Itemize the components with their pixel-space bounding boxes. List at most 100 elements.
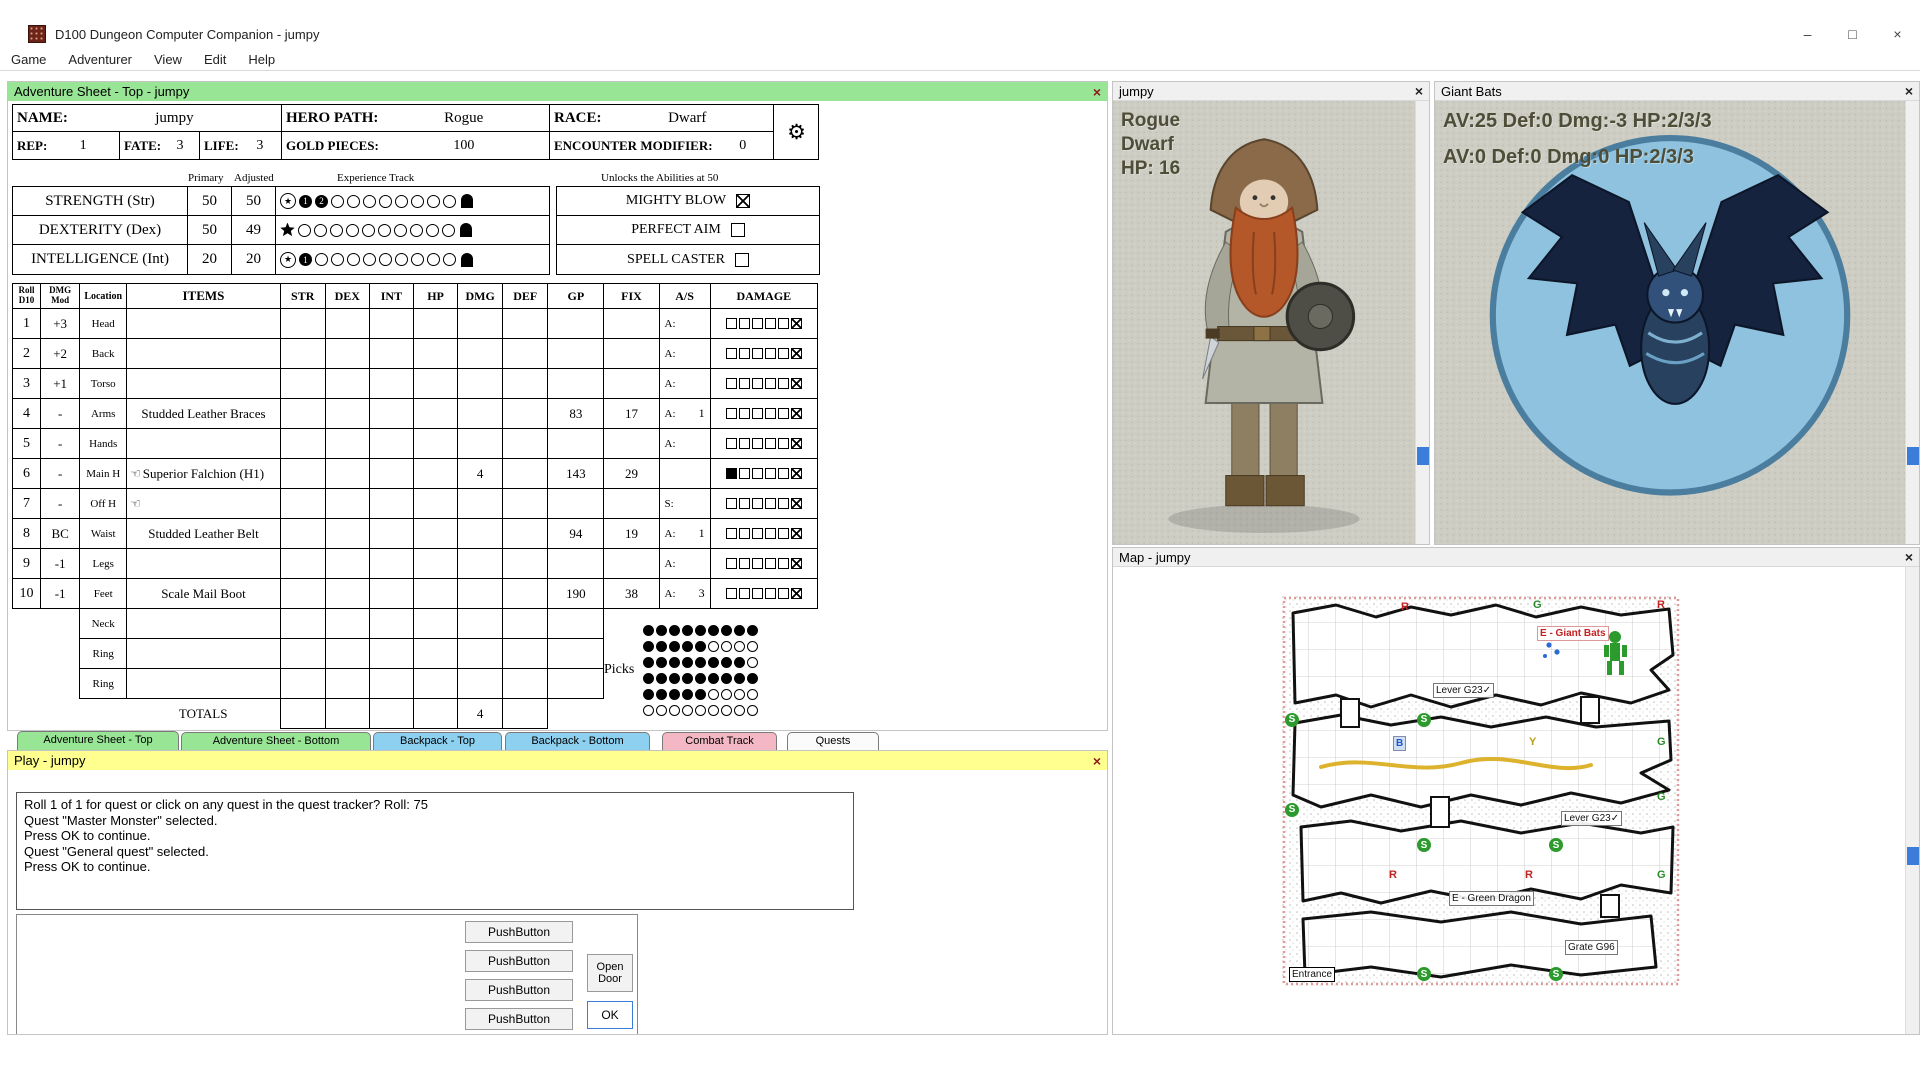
item-as-cell[interactable]: A: <box>659 339 710 369</box>
damage-box[interactable] <box>739 378 750 389</box>
character-scrollbar[interactable] <box>1415 101 1429 544</box>
pick-circle[interactable] <box>656 657 667 668</box>
item-as-cell[interactable]: A: <box>659 549 710 579</box>
experience-pip[interactable] <box>395 195 408 208</box>
ability-checkbox[interactable] <box>731 223 745 237</box>
damage-destroy-box[interactable] <box>791 588 802 599</box>
play-titlebar[interactable]: Play - jumpy × <box>8 751 1107 770</box>
damage-box[interactable] <box>778 408 789 419</box>
pick-circle[interactable] <box>734 657 745 668</box>
experience-pip[interactable] <box>347 195 360 208</box>
gold-cell[interactable]: GOLD PIECES: 100 <box>282 132 550 159</box>
damage-box[interactable] <box>765 468 776 479</box>
pick-circle[interactable] <box>747 705 758 716</box>
item-as-cell[interactable]: A: <box>659 369 710 399</box>
name-cell[interactable]: NAME: jumpy <box>13 105 282 132</box>
pick-circle[interactable] <box>708 641 719 652</box>
race-cell[interactable]: RACE: Dwarf <box>550 105 774 132</box>
pick-circle[interactable] <box>682 705 693 716</box>
close-icon[interactable]: × <box>1093 754 1101 768</box>
pick-circle[interactable] <box>695 673 706 684</box>
experience-pip[interactable] <box>330 224 343 237</box>
pick-circle[interactable] <box>643 641 654 652</box>
life-cell[interactable]: LIFE: 3 <box>200 132 282 159</box>
menu-item[interactable]: View <box>143 52 193 67</box>
pick-circle[interactable] <box>669 657 680 668</box>
damage-destroy-box[interactable] <box>791 438 802 449</box>
menu-item[interactable]: Adventurer <box>57 52 143 67</box>
pick-circle[interactable] <box>669 641 680 652</box>
damage-box[interactable] <box>778 318 789 329</box>
damage-box[interactable] <box>752 588 763 599</box>
pick-circle[interactable] <box>721 673 732 684</box>
pick-circle[interactable] <box>669 673 680 684</box>
pick-circle[interactable] <box>721 689 732 700</box>
pick-circle[interactable] <box>747 625 758 636</box>
item-name-cell[interactable] <box>127 339 280 369</box>
pick-circle[interactable] <box>747 689 758 700</box>
map-scrollbar[interactable] <box>1905 567 1919 1034</box>
sheet-tab[interactable]: Combat Track <box>662 732 777 750</box>
damage-box[interactable] <box>765 558 776 569</box>
item-name-cell[interactable]: Scale Mail Boot <box>127 579 280 609</box>
pick-circle[interactable] <box>708 673 719 684</box>
sheet-tab[interactable]: Quests <box>787 732 879 750</box>
encounter-modifier-cell[interactable]: ENCOUNTER MODIFIER: 0 <box>550 132 774 159</box>
rep-cell[interactable]: REP: 1 <box>13 132 120 159</box>
experience-pip[interactable] <box>347 253 360 266</box>
damage-box[interactable] <box>765 318 776 329</box>
item-name-cell[interactable] <box>127 669 280 699</box>
maximize-button[interactable]: □ <box>1830 20 1875 48</box>
sheet-tab[interactable]: Backpack - Top <box>373 732 502 750</box>
ability-checkbox[interactable] <box>736 194 750 208</box>
experience-pip[interactable] <box>363 195 376 208</box>
damage-box[interactable] <box>726 588 737 599</box>
pick-circle[interactable] <box>656 625 667 636</box>
experience-pip[interactable]: 2 <box>315 195 328 208</box>
damage-box[interactable] <box>765 378 776 389</box>
experience-pip[interactable] <box>331 195 344 208</box>
experience-pip[interactable] <box>443 195 456 208</box>
pick-circle[interactable] <box>669 625 680 636</box>
scrollbar-thumb[interactable] <box>1417 447 1429 465</box>
damage-box[interactable] <box>739 498 750 509</box>
minimize-button[interactable]: – <box>1785 20 1830 48</box>
pick-circle[interactable] <box>656 689 667 700</box>
pick-circle[interactable] <box>721 625 732 636</box>
experience-pip[interactable] <box>379 195 392 208</box>
damage-box[interactable] <box>765 348 776 359</box>
pick-circle[interactable] <box>643 625 654 636</box>
pick-circle[interactable] <box>695 641 706 652</box>
item-as-cell[interactable]: A: <box>659 429 710 459</box>
ability-row[interactable]: SPELL CASTER <box>557 245 819 274</box>
push-button[interactable]: PushButton <box>465 1008 573 1030</box>
adventure-sheet-titlebar[interactable]: Adventure Sheet - Top - jumpy × <box>8 82 1107 101</box>
experience-pip[interactable] <box>411 253 424 266</box>
experience-pip[interactable] <box>379 253 392 266</box>
pick-circle[interactable] <box>682 657 693 668</box>
experience-pip[interactable] <box>378 224 391 237</box>
pick-circle[interactable] <box>734 705 745 716</box>
experience-pip[interactable] <box>442 224 455 237</box>
pick-circle[interactable] <box>747 657 758 668</box>
pick-circle[interactable] <box>734 641 745 652</box>
open-door-button[interactable]: Open Door <box>587 954 633 992</box>
damage-box[interactable] <box>726 468 737 479</box>
item-as-cell[interactable]: S: <box>659 489 710 519</box>
gear-button[interactable]: ⚙ <box>774 105 819 159</box>
experience-pip[interactable]: 1 <box>299 253 312 266</box>
damage-box[interactable] <box>739 588 750 599</box>
item-name-cell[interactable] <box>127 549 280 579</box>
experience-pip[interactable] <box>394 224 407 237</box>
experience-pip[interactable] <box>346 224 359 237</box>
experience-pip[interactable] <box>427 195 440 208</box>
item-name-cell[interactable] <box>127 369 280 399</box>
damage-destroy-box[interactable] <box>791 378 802 389</box>
close-icon[interactable]: × <box>1905 550 1913 564</box>
close-icon[interactable]: × <box>1905 84 1913 98</box>
item-name-cell[interactable] <box>127 309 280 339</box>
damage-box[interactable] <box>726 498 737 509</box>
damage-destroy-box[interactable] <box>791 498 802 509</box>
monster-titlebar[interactable]: Giant Bats × <box>1435 82 1919 101</box>
item-name-cell[interactable]: ☜Superior Falchion (H1) <box>127 459 280 489</box>
